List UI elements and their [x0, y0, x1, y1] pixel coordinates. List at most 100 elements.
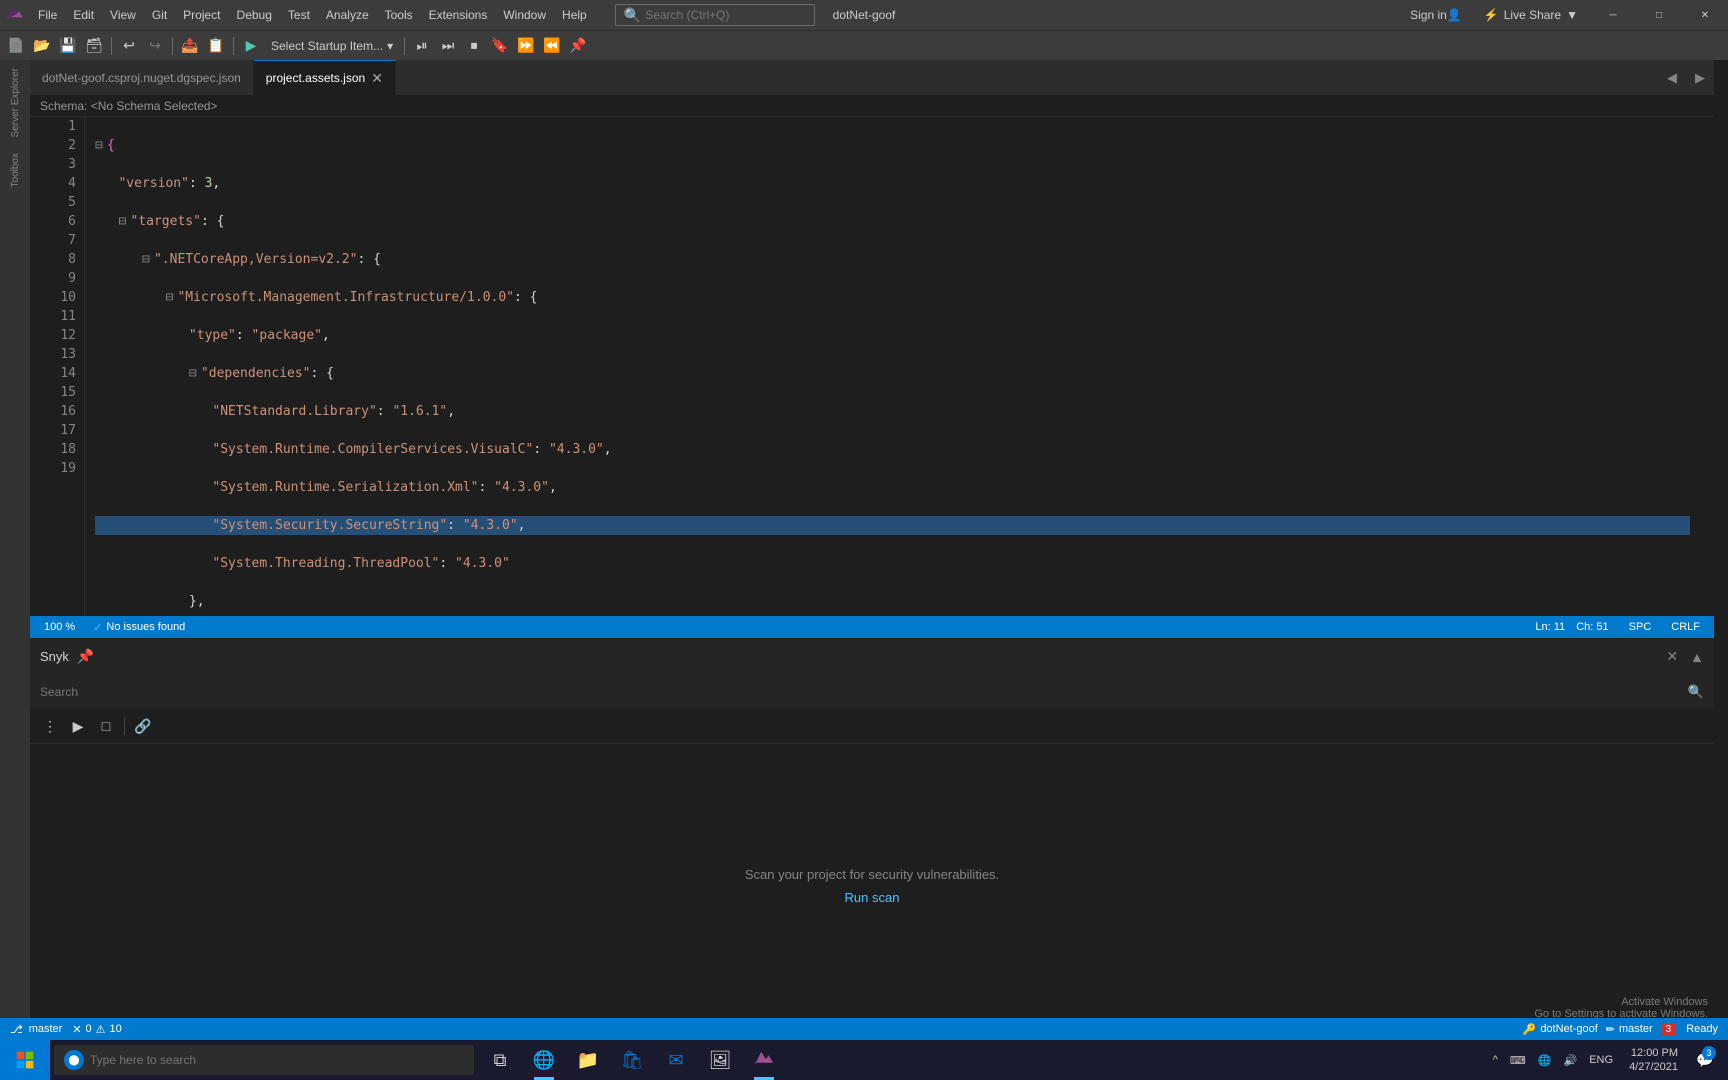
language-label[interactable]: ENG: [1585, 1054, 1617, 1066]
menu-view[interactable]: View: [102, 0, 144, 30]
minimize-button[interactable]: ─: [1590, 0, 1636, 30]
live-share-button[interactable]: ⚡ Live Share ▼: [1472, 8, 1590, 22]
check-icon: ✓: [93, 621, 102, 634]
publish-btn[interactable]: 📤: [178, 34, 202, 58]
tab-inactive[interactable]: dotNet-goof.csproj.nuget.dgspec.json: [30, 60, 254, 95]
snyk-pin-icon[interactable]: 📌: [77, 648, 94, 665]
close-button[interactable]: ✕: [1682, 0, 1728, 30]
snyk-right-scrollbar[interactable]: [1714, 60, 1728, 1028]
menu-project[interactable]: Project: [175, 0, 228, 30]
debug-btn4[interactable]: 🔖: [488, 34, 512, 58]
time-date-block[interactable]: 12:00 PM 4/27/2021: [1621, 1046, 1686, 1075]
editor-area: dotNet-goof.csproj.nuget.dgspec.json pro…: [30, 60, 1714, 1028]
new-project-btn[interactable]: 📄: [4, 34, 28, 58]
code-line-12: "System.Threading.ThreadPool": "4.3.0": [95, 554, 1690, 573]
line-num-6: 6: [38, 212, 76, 231]
run-scan-link[interactable]: Run scan: [845, 890, 900, 905]
format-btn[interactable]: 📋: [204, 34, 228, 58]
snyk-chevron[interactable]: ▲: [1690, 649, 1704, 665]
menu-help[interactable]: Help: [554, 0, 595, 30]
taskbar-task-view[interactable]: ⧉: [478, 1040, 522, 1080]
sign-in-button[interactable]: Sign in 👤: [1400, 8, 1472, 22]
taskbar-explorer[interactable]: 📁: [566, 1040, 610, 1080]
search-input[interactable]: [645, 8, 785, 22]
menu-window[interactable]: Window: [495, 0, 554, 30]
encoding-label: SPC: [1629, 621, 1652, 633]
code-editor: 1 2 3 4 5 6 7 8 9 10 11 12 13 14 15 16 1…: [30, 117, 1714, 616]
menu-debug[interactable]: Debug: [229, 0, 280, 30]
save-btn[interactable]: 💾: [56, 34, 80, 58]
project-name-status[interactable]: 🔑 dotNet-goof: [1523, 1023, 1598, 1036]
snyk-search-input[interactable]: [40, 685, 1688, 699]
snyk-more-btn[interactable]: ⋮: [38, 714, 62, 738]
menu-test[interactable]: Test: [280, 0, 318, 30]
debug-btn7[interactable]: 📌: [566, 34, 590, 58]
tab-scroll-left[interactable]: ◀: [1658, 60, 1686, 95]
server-explorer-label[interactable]: Server Explorer: [10, 60, 21, 145]
debug-btn5[interactable]: ⏩: [514, 34, 538, 58]
run-button[interactable]: ▶: [239, 34, 263, 58]
taskbar-search-input[interactable]: [90, 1053, 450, 1067]
toolbox-label[interactable]: Toolbox: [10, 145, 21, 195]
menu-extensions[interactable]: Extensions: [421, 0, 496, 30]
open-btn[interactable]: 📂: [30, 34, 54, 58]
tab-close-icon[interactable]: ✕: [371, 70, 383, 87]
zoom-level[interactable]: 100 %: [40, 621, 79, 633]
snyk-link-btn[interactable]: 🔗: [131, 714, 155, 738]
startup-item-dropdown[interactable]: Select Startup Item... ▾: [265, 34, 399, 58]
debug-btn2[interactable]: ⏭: [436, 34, 460, 58]
snyk-stop-btn[interactable]: □: [94, 714, 118, 738]
menu-edit[interactable]: Edit: [65, 0, 102, 30]
tab-scroll-buttons: ◀ ▶: [1658, 60, 1714, 95]
git-icon: ⎇: [10, 1023, 23, 1036]
taskbar-photos[interactable]: 🖼: [698, 1040, 742, 1080]
issues-label: No issues found: [106, 621, 185, 633]
ln-ch-info[interactable]: Ln: 11 Ch: 51: [1531, 621, 1612, 633]
taskbar-search[interactable]: ⬤: [54, 1045, 474, 1075]
code-content[interactable]: ⊟{ "version": 3, ⊟"targets": { ⊟".NETCor…: [85, 117, 1700, 616]
menu-analyze[interactable]: Analyze: [318, 0, 377, 30]
git-branch[interactable]: ⎇ master: [10, 1023, 62, 1036]
time-label: 12:00 PM: [1631, 1046, 1678, 1060]
warning-num: 10: [110, 1023, 122, 1035]
mail-icon: ✉: [668, 1050, 683, 1071]
taskbar-store[interactable]: 🛍: [610, 1040, 654, 1080]
debug-btn1[interactable]: ⏯: [410, 34, 434, 58]
undo-btn[interactable]: ↩: [117, 34, 141, 58]
master-branch-status[interactable]: ✏ master: [1606, 1023, 1653, 1036]
snyk-search-icon[interactable]: 🔍: [1688, 684, 1704, 700]
toolbar-sep-3: [233, 37, 234, 55]
line-ending-info[interactable]: CRLF: [1667, 621, 1704, 633]
snyk-run-btn[interactable]: ▶: [66, 714, 90, 738]
title-bar: File Edit View Git Project Debug Test An…: [0, 0, 1728, 30]
keyboard-icon[interactable]: ⌨: [1506, 1054, 1530, 1067]
debug-btn6[interactable]: ⏪: [540, 34, 564, 58]
notification-button[interactable]: 💬 3: [1690, 1040, 1720, 1080]
master-label: master: [1619, 1023, 1653, 1035]
line-num-19: 19: [38, 459, 76, 478]
menu-tools[interactable]: Tools: [377, 0, 421, 30]
taskbar-mail[interactable]: ✉: [654, 1040, 698, 1080]
activity-bar: Server Explorer Toolbox: [0, 60, 30, 1028]
tab-active[interactable]: project.assets.json ✕: [254, 60, 396, 95]
tab-scroll-right[interactable]: ▶: [1686, 60, 1714, 95]
network-icon[interactable]: 🌐: [1534, 1054, 1556, 1067]
encoding-info[interactable]: SPC: [1625, 621, 1656, 633]
start-button[interactable]: [0, 1040, 50, 1080]
redo-btn[interactable]: ↪: [143, 34, 167, 58]
title-search[interactable]: 🔍: [615, 4, 815, 26]
no-issues[interactable]: ✓ No issues found: [89, 621, 189, 634]
errors-count[interactable]: ✕ 0 ⚠ 10: [72, 1023, 121, 1036]
taskbar-edge[interactable]: 🌐: [522, 1040, 566, 1080]
taskbar-vs[interactable]: [742, 1040, 786, 1080]
snyk-header-close[interactable]: ✕: [1666, 648, 1678, 665]
maximize-button[interactable]: □: [1636, 0, 1682, 30]
save-all-btn[interactable]: 🗃: [82, 34, 106, 58]
debug-btn3[interactable]: ⏹: [462, 34, 486, 58]
show-hidden-icons[interactable]: ^: [1489, 1054, 1502, 1066]
menu-git[interactable]: Git: [144, 0, 175, 30]
minimap-scrollbar[interactable]: [1700, 117, 1714, 616]
notification-badge-status[interactable]: 3: [1661, 1023, 1677, 1036]
volume-icon[interactable]: 🔊: [1560, 1054, 1582, 1067]
menu-file[interactable]: File: [30, 0, 65, 30]
